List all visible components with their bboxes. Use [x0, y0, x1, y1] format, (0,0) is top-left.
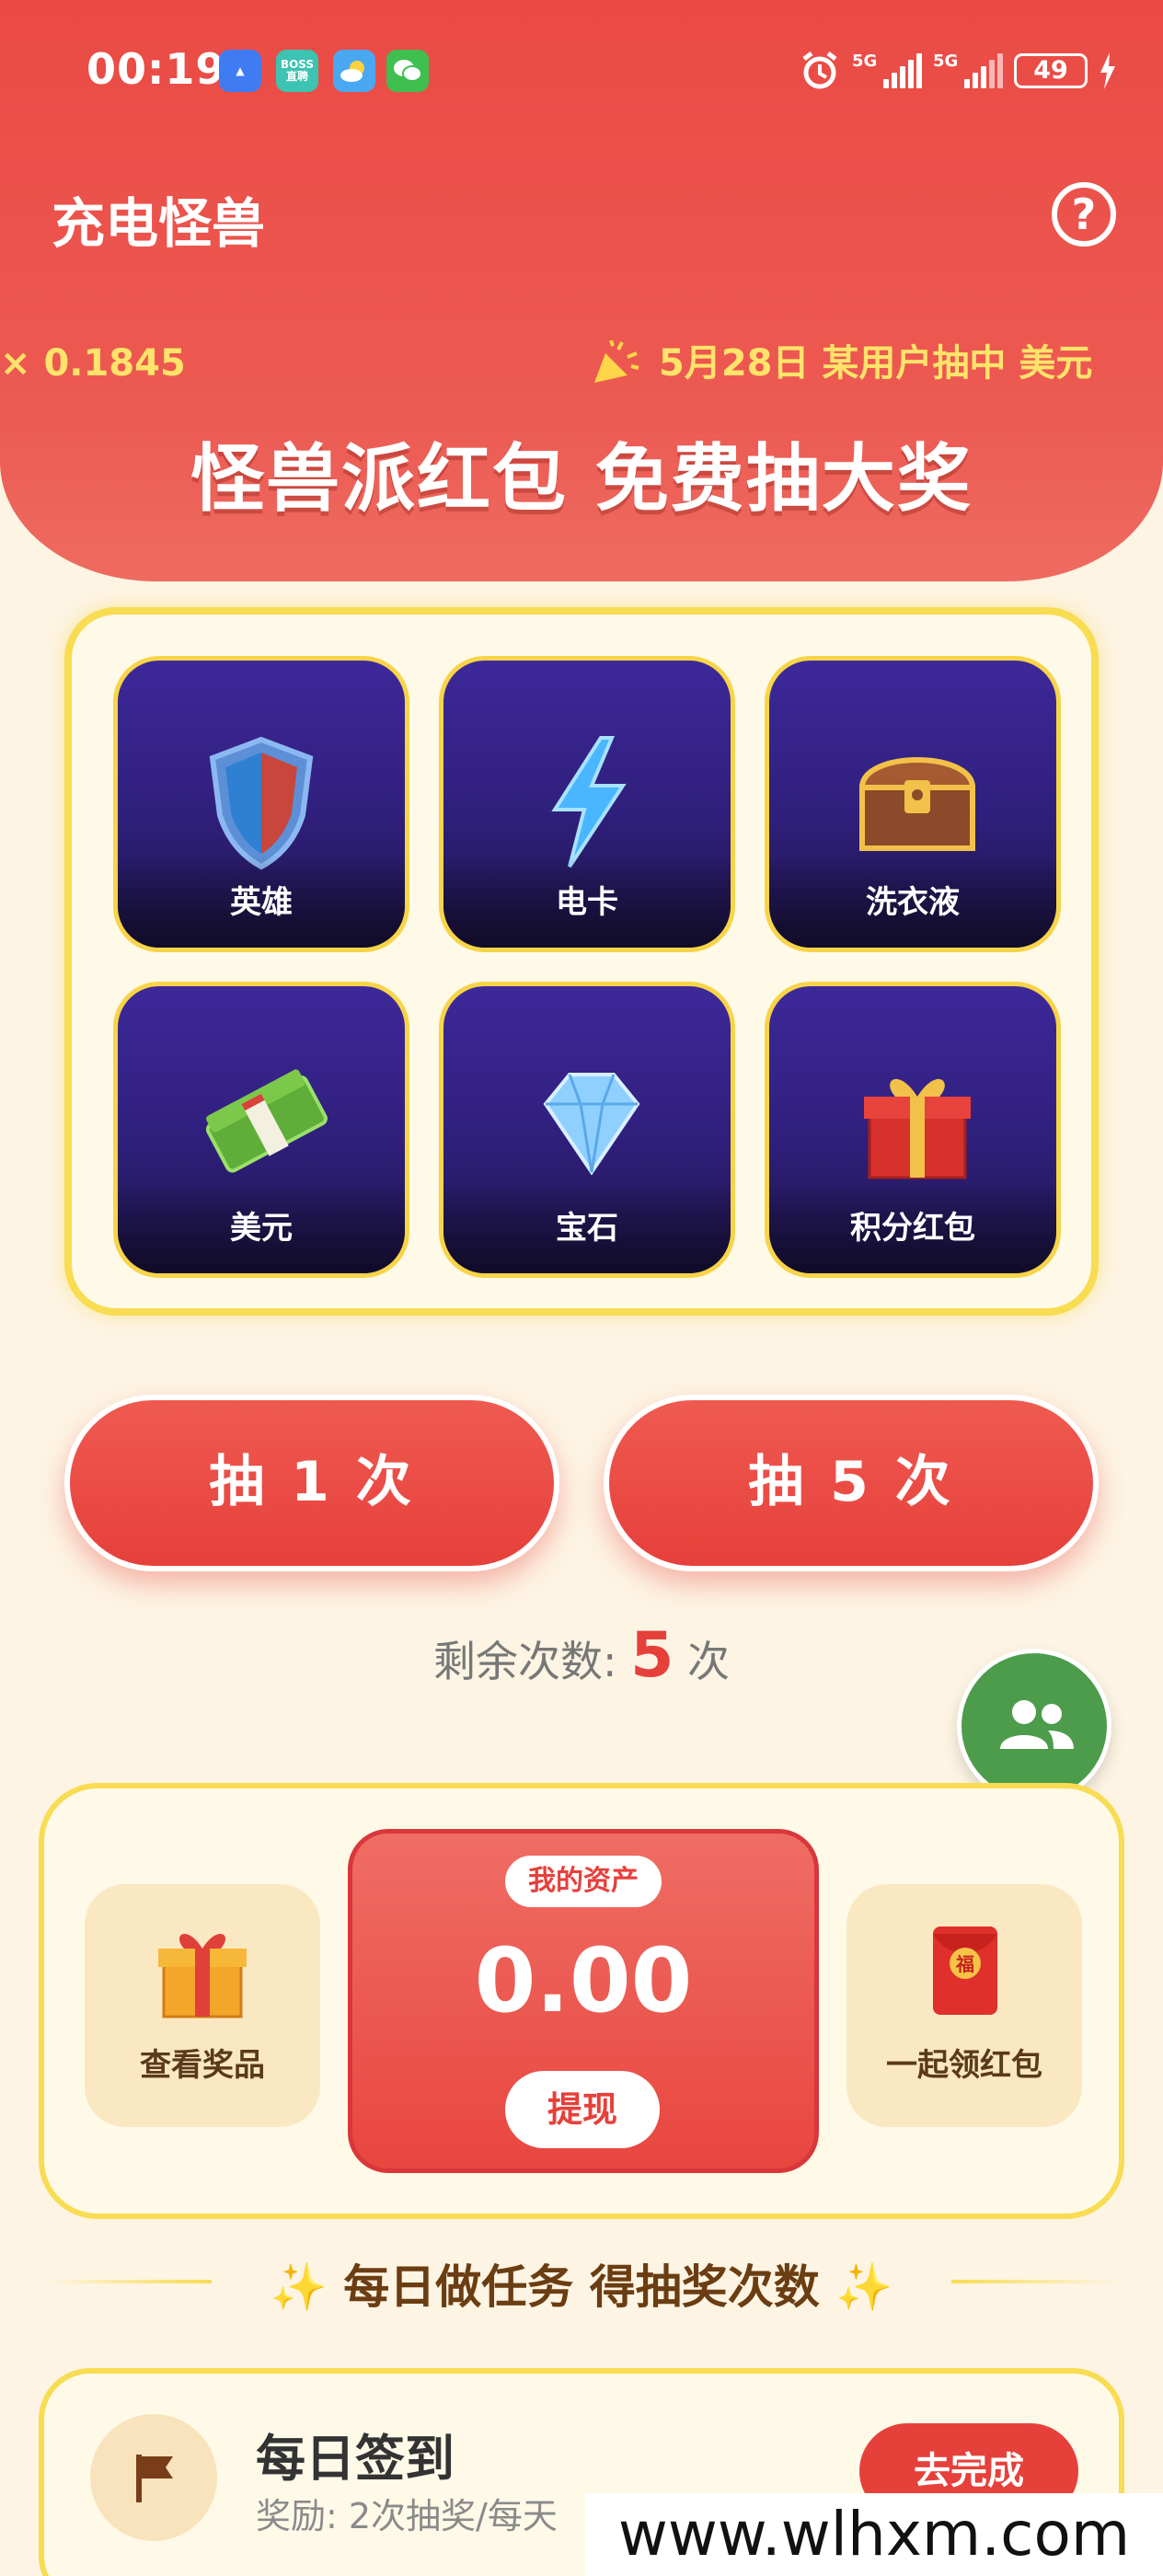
prize-label: 宝石 — [556, 1210, 618, 1247]
prize-grid: 英雄 电卡 洗衣液 美元 宝石 积分红包 — [64, 607, 1099, 1316]
status-time: 00:19 — [86, 44, 226, 94]
draw-five-button[interactable]: 抽 5 次 — [604, 1395, 1099, 1571]
prize-label: 洗衣液 — [866, 884, 960, 921]
tasks-section-title: ✨ 每日做任务 得抽奖次数 ✨ — [270, 2260, 893, 2314]
party-popper-icon — [594, 340, 639, 383]
gift-icon — [158, 1934, 247, 2018]
prize-card-points-redpacket[interactable]: 积分红包 — [765, 982, 1061, 1278]
ticker-text-right: 5月28日 某用户抽中 美元 — [659, 342, 1093, 385]
shield-icon — [209, 736, 314, 870]
view-prizes-label: 查看奖品 — [140, 2047, 265, 2084]
app-market-icon: ▲ — [219, 50, 261, 92]
signal-icon-2: 5G — [933, 52, 1003, 88]
prize-card-dollars[interactable]: 美元 — [113, 982, 409, 1278]
cash-icon — [205, 1069, 328, 1173]
lightning-icon — [551, 736, 627, 868]
asset-amount: 0.00 — [474, 1929, 693, 2032]
remaining-suffix: 次 — [687, 1637, 731, 1686]
remaining-count: 5 — [630, 1619, 674, 1692]
red-envelope-icon: 福 — [933, 1926, 997, 2015]
weather-icon — [333, 50, 375, 92]
divider-right — [951, 2280, 1117, 2283]
group-redpacket-button[interactable]: 福 一起领红包 — [846, 1884, 1082, 2127]
gift-box-icon — [864, 1078, 971, 1179]
remaining-prefix: 剩余次数: — [432, 1637, 617, 1686]
invite-friends-button[interactable] — [957, 1649, 1111, 1803]
prize-label: 电卡 — [556, 884, 618, 921]
withdraw-button[interactable]: 提现 — [505, 2071, 660, 2148]
prize-card-power-card[interactable]: 电卡 — [439, 656, 735, 952]
task-title: 每日签到 — [256, 2430, 455, 2488]
task-reward: 奖励: 2次抽奖/每天 — [256, 2496, 558, 2536]
page-title: 充电怪兽 — [52, 192, 266, 255]
group-redpacket-label: 一起领红包 — [886, 2047, 1042, 2084]
diamond-icon — [543, 1073, 640, 1176]
prize-card-gem[interactable]: 宝石 — [439, 982, 735, 1278]
prize-label: 英雄 — [230, 884, 293, 921]
treasure-chest-icon — [858, 757, 976, 851]
prize-label: 美元 — [230, 1210, 293, 1247]
status-bar: 00:19 ▲ BOSS 直聘 5G 5G 49 — [0, 0, 1163, 147]
alarm-icon — [802, 52, 837, 89]
battery-indicator: 49 — [1014, 53, 1088, 88]
flag-icon — [90, 2414, 217, 2541]
charging-icon — [1100, 52, 1115, 89]
my-assets-card: 我的资产 0.00 提现 — [348, 1829, 819, 2173]
group-icon — [1000, 1700, 1074, 1749]
prize-card-detergent[interactable]: 洗衣液 — [765, 656, 1061, 952]
view-prizes-button[interactable]: 查看奖品 — [85, 1884, 320, 2127]
signal-icon: 5G — [852, 52, 922, 88]
help-icon[interactable]: ? — [1052, 182, 1116, 247]
watermark: www.wlhxm.com — [585, 2493, 1163, 2576]
prize-label: 积分红包 — [850, 1210, 975, 1247]
svg-text:福: 福 — [955, 1953, 974, 1975]
assets-panel: 查看奖品 我的资产 0.00 提现 福 一起领红包 — [39, 1783, 1124, 2219]
wechat-icon — [386, 50, 429, 92]
status-indicators: 5G 5G 49 — [799, 48, 1117, 94]
draw-once-button[interactable]: 抽 1 次 — [64, 1395, 559, 1571]
boss-zhipin-icon: BOSS 直聘 — [276, 50, 318, 92]
winner-ticker: × 0.1845 5月28日 某用户抽中 美元 — [0, 331, 1163, 396]
ticker-text-left: × 0.1845 — [0, 342, 186, 385]
promo-banner: 怪兽派红包 免费抽大奖 — [190, 436, 973, 522]
my-assets-label: 我的资产 — [505, 1856, 662, 1907]
prize-card-hero[interactable]: 英雄 — [113, 656, 409, 952]
